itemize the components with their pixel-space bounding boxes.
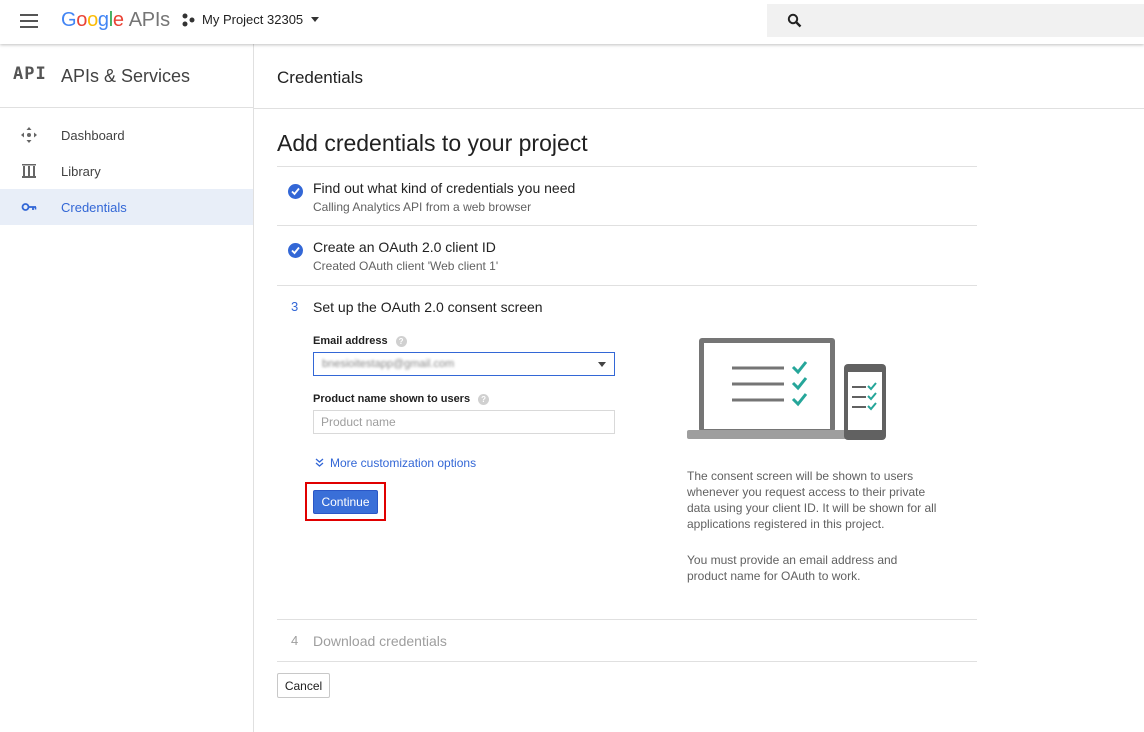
- divider: [277, 166, 977, 167]
- divider: [277, 285, 977, 286]
- step-title: Find out what kind of credentials you ne…: [313, 180, 576, 196]
- sidebar-item-label: Credentials: [61, 199, 127, 215]
- email-label-text: Email address: [313, 335, 388, 347]
- main-header: Credentials: [254, 44, 1144, 109]
- google-apis-logo[interactable]: Google APIs: [61, 9, 170, 32]
- check-circle-icon: [288, 243, 303, 258]
- consent-description: The consent screen will be shown to user…: [687, 469, 937, 531]
- step-title: Create an OAuth 2.0 client ID: [313, 239, 496, 255]
- cancel-button[interactable]: Cancel: [277, 673, 330, 698]
- dropdown-arrow-icon: [598, 362, 606, 367]
- search-bar[interactable]: [767, 4, 1144, 37]
- more-customization-link[interactable]: More customization options: [315, 456, 476, 470]
- product-name-input[interactable]: [313, 410, 615, 434]
- consent-illustration: [687, 336, 887, 446]
- sidebar-item-dashboard[interactable]: Dashboard: [0, 117, 253, 153]
- logo-letter: g: [97, 9, 109, 31]
- divider: [277, 225, 977, 226]
- product-name-label: Product name shown to users ?: [313, 393, 490, 405]
- page-title: Credentials: [277, 68, 363, 87]
- key-icon: [21, 199, 37, 215]
- divider: [277, 619, 977, 620]
- logo-letter: e: [112, 9, 124, 31]
- sidebar-item-credentials[interactable]: Credentials: [0, 189, 253, 225]
- wizard-heading: Add credentials to your project: [277, 130, 588, 156]
- logo-suffix: APIs: [128, 9, 170, 31]
- step-title: Download credentials: [313, 633, 447, 649]
- check-circle-icon: [288, 184, 303, 199]
- search-icon[interactable]: [787, 13, 802, 28]
- project-icon: [181, 13, 195, 27]
- divider: [277, 661, 977, 662]
- double-chevron-down-icon: [315, 456, 324, 470]
- consent-requirement-note: You must provide an email address and pr…: [687, 553, 898, 583]
- devices-illustration-icon: [687, 338, 886, 440]
- email-label: Email address ?: [313, 335, 407, 347]
- logo-letter: G: [61, 9, 77, 31]
- sidebar: API APIs & Services Dashboard Library Cr…: [0, 44, 254, 732]
- sidebar-header: API APIs & Services: [0, 44, 253, 108]
- more-customization-label: More customization options: [330, 456, 477, 470]
- top-bar: Google APIs My Project 32305: [0, 0, 1144, 44]
- step-number: 3: [291, 299, 299, 314]
- email-value: bnesioitestapp@gmail.com: [322, 358, 455, 370]
- api-logo-icon: API: [13, 64, 47, 84]
- chevron-down-icon: [311, 17, 320, 22]
- step-subtitle: Created OAuth client 'Web client 1': [313, 259, 499, 273]
- sidebar-item-library[interactable]: Library: [0, 153, 253, 189]
- step-subtitle: Calling Analytics API from a web browser: [313, 200, 532, 214]
- library-icon: [21, 163, 37, 179]
- help-icon[interactable]: ?: [395, 335, 407, 347]
- continue-button[interactable]: Continue: [313, 490, 378, 514]
- sidebar-item-label: Dashboard: [61, 127, 125, 143]
- logo-letter: o: [87, 9, 98, 31]
- product-name-label-text: Product name shown to users: [313, 393, 471, 405]
- logo-letter: o: [76, 9, 88, 31]
- sidebar-title: APIs & Services: [61, 66, 191, 86]
- step-number: 4: [291, 633, 299, 648]
- project-selector[interactable]: My Project 32305: [181, 12, 320, 27]
- dashboard-icon: [21, 127, 37, 143]
- step-title: Set up the OAuth 2.0 consent screen: [313, 299, 543, 315]
- project-name: My Project 32305: [202, 12, 304, 27]
- help-icon[interactable]: ?: [478, 393, 490, 405]
- sidebar-item-label: Library: [61, 163, 101, 179]
- menu-icon[interactable]: [20, 14, 38, 28]
- email-select[interactable]: bnesioitestapp@gmail.com: [313, 352, 615, 376]
